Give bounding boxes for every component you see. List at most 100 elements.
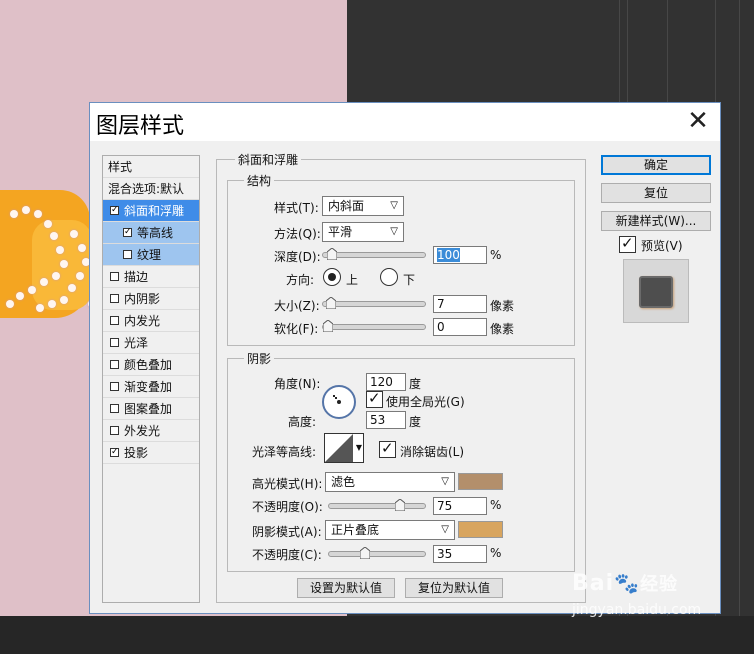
shadow-color-swatch[interactable] [458,521,503,538]
preview-checkbox[interactable]: ✓ [619,234,636,253]
direction-up-label: 上 [346,273,359,287]
slider-thumb[interactable] [394,498,406,512]
pearl-bead [48,300,56,308]
anti-alias-checkbox[interactable]: ✓ [379,439,396,458]
technique-select[interactable]: 平滑 ▽ [322,222,404,242]
style-item-stroke[interactable]: 描边 [103,266,199,288]
style-item-satin[interactable]: 光泽 [103,332,199,354]
depth-label: 深度(D): [274,250,321,264]
paw-icon: 🐾 [614,571,641,595]
global-light-checkbox[interactable]: ✓ [366,389,383,408]
highlight-opacity-slider[interactable] [328,498,426,512]
pearl-bead [16,292,24,300]
angle-label: 角度(N): [274,377,321,391]
bevel-emboss-group: 斜面和浮雕 结构 样式(T): 内斜面 ▽ 方法(Q): 平滑 ▽ 深度(D): 1… [216,151,586,603]
highlight-opacity-label: 不透明度(O): [252,500,323,514]
pearl-bead [78,244,86,252]
anti-alias-label: 消除锯齿(L) [400,445,465,459]
style-select[interactable]: 内斜面 ▽ [322,196,404,216]
angle-dial[interactable] [322,385,356,419]
checkbox[interactable] [110,294,119,303]
pearl-bead [76,272,84,280]
layer-style-dialog: 图层样式 ✕ 样式 混合选项:默认 ✓ 斜面和浮雕 ✓ 等高线 纹理 描边 内阴影 内发光 光泽… [89,102,721,614]
checkbox[interactable] [110,316,119,325]
chevron-down-icon: ▼ [355,443,362,452]
style-item-texture[interactable]: 纹理 [103,244,199,266]
shadow-opacity-label: 不透明度(C): [252,548,322,562]
reset-default-button[interactable]: 复位为默认值 [405,578,503,598]
global-light-label: 使用全局光(G) [386,395,465,409]
checkbox[interactable] [110,338,119,347]
slider-thumb[interactable] [325,296,337,310]
style-item-drop-shadow[interactable]: ✓ 投影 [103,442,199,464]
preview-label: 预览(V) [641,239,683,253]
checkbox[interactable] [123,250,132,259]
highlight-color-swatch[interactable] [458,473,503,490]
style-item-color-overlay[interactable]: 颜色叠加 [103,354,199,376]
percent-unit: % [490,546,502,560]
slider-thumb[interactable] [322,319,334,333]
direction-up-radio[interactable] [323,268,341,286]
checkbox[interactable] [110,404,119,413]
style-list-header: 样式 [103,156,199,178]
depth-slider[interactable] [322,247,426,261]
size-input[interactable]: 7 [433,295,487,313]
chevron-down-icon: ▽ [441,476,449,487]
new-style-button[interactable]: 新建样式(W)... [601,211,711,231]
pearl-bead [40,278,48,286]
soften-input[interactable]: 0 [433,318,487,336]
blend-options-item[interactable]: 混合选项:默认 [103,178,199,200]
soften-slider[interactable] [322,319,426,333]
reset-button[interactable]: 复位 [601,183,711,203]
shadow-opacity-input[interactable]: 35 [433,545,487,563]
pearl-bead [10,210,18,218]
altitude-input[interactable]: 53 [366,411,406,429]
checkbox[interactable] [110,360,119,369]
make-default-button[interactable]: 设置为默认值 [297,578,395,598]
checkbox[interactable] [110,426,119,435]
pearl-bead [50,232,58,240]
highlight-opacity-input[interactable]: 75 [433,497,487,515]
style-item-bevel-emboss[interactable]: ✓ 斜面和浮雕 [103,200,199,222]
close-icon[interactable]: ✕ [682,106,714,136]
shading-title: 阴影 [244,350,275,367]
style-item-label: 内阴影 [124,292,161,306]
technique-label: 方法(Q): [274,227,321,241]
size-label: 大小(Z): [274,299,320,313]
checkbox[interactable] [110,382,119,391]
checkbox[interactable]: ✓ [110,206,119,215]
style-item-inner-glow[interactable]: 内发光 [103,310,199,332]
style-item-inner-shadow[interactable]: 内阴影 [103,288,199,310]
style-item-label: 光泽 [124,336,149,350]
structure-title: 结构 [244,172,275,189]
checkbox[interactable]: ✓ [123,228,132,237]
ok-button[interactable]: 确定 [601,155,711,175]
style-item-label: 图案叠加 [124,402,173,416]
slider-thumb[interactable] [359,546,371,560]
style-item-gradient-overlay[interactable]: 渐变叠加 [103,376,199,398]
altitude-unit: 度 [409,415,422,429]
checkbox[interactable] [110,272,119,281]
checkbox[interactable]: ✓ [110,448,119,457]
style-item-pattern-overlay[interactable]: 图案叠加 [103,398,199,420]
shading-group: 阴影 角度(N): 120 度 ✓ 使用全局光(G) 高度: 53 度 光泽等高… [227,350,575,572]
angle-unit: 度 [409,377,422,391]
depth-input[interactable]: 100 [433,246,487,264]
style-item-contour[interactable]: ✓ 等高线 [103,222,199,244]
style-item-outer-glow[interactable]: 外发光 [103,420,199,442]
style-item-label: 描边 [124,270,149,284]
size-slider[interactable] [322,296,426,310]
slider-thumb[interactable] [326,247,338,261]
style-item-label: 斜面和浮雕 [124,204,185,218]
pearl-bead [22,206,30,214]
direction-label: 方向: [286,273,315,287]
shadow-mode-select[interactable]: 正片叠底 ▽ [325,520,455,540]
highlight-mode-select[interactable]: 滤色 ▽ [325,472,455,492]
pearl-bead [68,284,76,292]
direction-down-label: 下 [403,273,416,287]
gloss-contour-picker[interactable]: ▼ [324,433,364,463]
shadow-opacity-slider[interactable] [328,546,426,560]
pearl-bead [44,220,52,228]
direction-down-radio[interactable] [380,268,398,286]
style-label: 样式(T): [274,201,319,215]
